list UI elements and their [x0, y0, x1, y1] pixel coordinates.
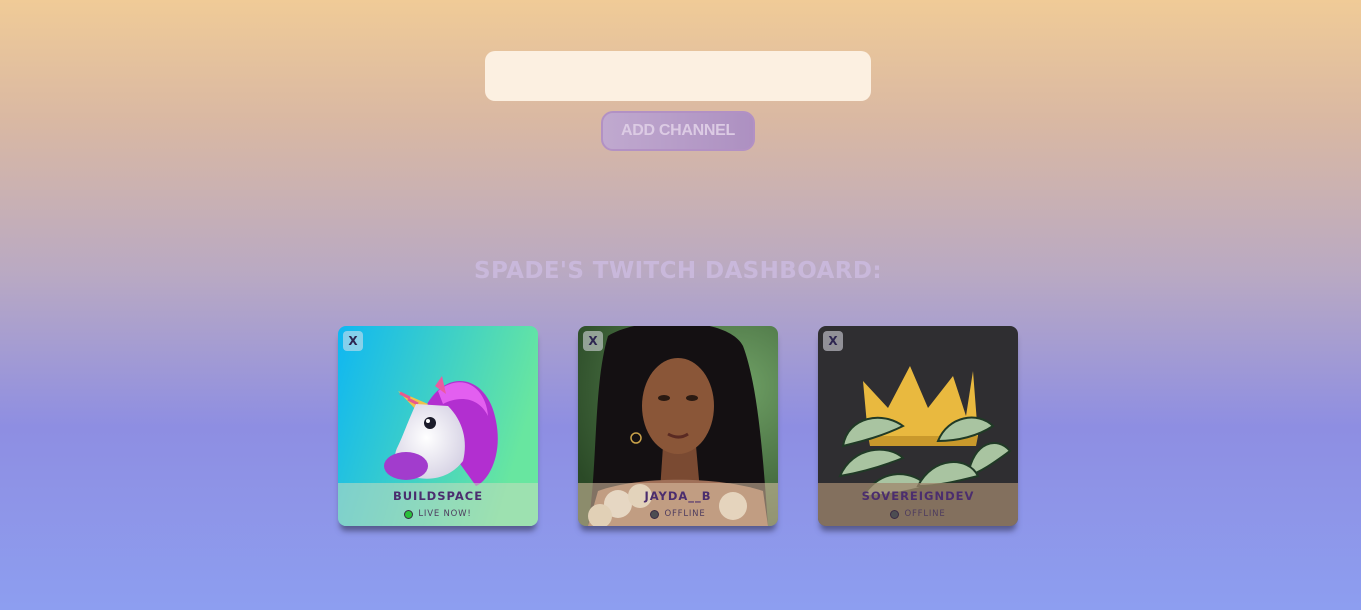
status-label: LIVE NOW!	[418, 509, 472, 519]
live-status-dot-icon	[404, 509, 414, 519]
channel-info-panel: SOVEREIGNDEV OFFLINE	[818, 483, 1018, 526]
channel-card-jayda-b[interactable]: X JAYDA__B OFFLINE	[578, 326, 778, 526]
channel-status: OFFLINE	[578, 509, 778, 519]
channel-status: LIVE NOW!	[338, 509, 538, 519]
channel-card-buildspace[interactable]: X BUILDSPACE LIVE NOW!	[338, 326, 538, 526]
add-channel-button[interactable]: ADD CHANNEL	[601, 111, 755, 151]
remove-channel-button[interactable]: X	[823, 331, 843, 351]
channel-name: JAYDA__B	[644, 489, 712, 503]
status-label: OFFLINE	[904, 509, 946, 519]
channel-name: SOVEREIGNDEV	[861, 489, 975, 503]
remove-channel-button[interactable]: X	[343, 331, 363, 351]
offline-status-dot-icon	[650, 509, 660, 519]
dashboard-title: SPADE'S TWITCH DASHBOARD:	[474, 258, 882, 284]
channel-info-panel: BUILDSPACE LIVE NOW!	[338, 483, 538, 526]
channel-card-sovereigndev[interactable]: X SOVEREIGNDEV OFFLINE	[818, 326, 1018, 526]
channel-info-panel: JAYDA__B OFFLINE	[578, 483, 778, 526]
channel-search-input[interactable]	[485, 51, 871, 101]
channel-name: BUILDSPACE	[392, 489, 484, 503]
status-label: OFFLINE	[664, 509, 706, 519]
offline-status-dot-icon	[890, 509, 900, 519]
channel-status: OFFLINE	[818, 509, 1018, 519]
remove-channel-button[interactable]: X	[583, 331, 603, 351]
